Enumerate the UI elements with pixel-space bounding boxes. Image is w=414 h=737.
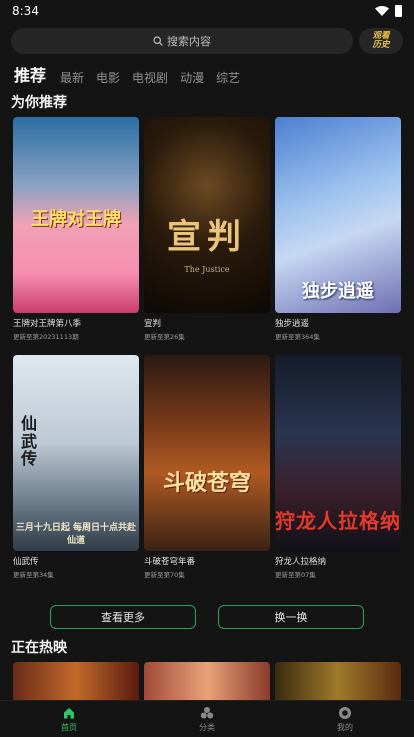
card-title: 王牌对王牌第八季 [13, 319, 82, 329]
poster-image: 狩龙人拉格纳 [275, 355, 401, 551]
bottom-nav: 首页 分类 我的 [0, 700, 414, 737]
now-showing-poster[interactable] [144, 662, 270, 700]
poster-title: 斗破苍穹 [162, 471, 251, 496]
search-row: 搜索内容 观看 历史 [11, 28, 406, 54]
history-label-line2: 历史 [372, 40, 390, 50]
tab-movies[interactable]: 电影 [96, 69, 120, 90]
recommend-grid: 王牌对王牌 王牌对王牌第八季 更新至第20231113期 宣判 The Just… [13, 117, 401, 579]
media-card[interactable]: 宣判 The Justice 宣判 更新至第26集 [144, 117, 270, 341]
refresh-button[interactable]: 换一换 [218, 605, 364, 629]
nav-label-profile: 我的 [337, 722, 353, 732]
action-buttons: 查看更多 换一换 [50, 605, 364, 629]
watch-history-button[interactable]: 观看 历史 [359, 28, 403, 54]
card-title: 斗破苍穹年番 [144, 557, 196, 567]
now-showing-strip [13, 662, 401, 700]
tab-tv-series[interactable]: 电视剧 [132, 69, 168, 90]
media-card[interactable]: 狩龙人拉格纳 狩龙人拉格纳 更新至第07集 [275, 355, 401, 579]
poster-subtitle: 三月十九日起 每周日十点共赴仙道 [15, 523, 137, 546]
tab-recommend[interactable]: 推荐 [14, 62, 47, 90]
poster-subtitle: The Justice [184, 265, 230, 274]
nav-profile[interactable]: 我的 [315, 706, 375, 733]
nav-label-category: 分类 [199, 722, 215, 732]
poster-title: 狩龙人拉格纳 [275, 509, 401, 533]
poster-image: 宣判 The Justice [144, 117, 270, 313]
category-tabs: 推荐 最新 电影 电视剧 动漫 综艺 [14, 62, 252, 90]
poster-image: 王牌对王牌 [13, 117, 139, 313]
media-card[interactable]: 斗破苍穹 斗破苍穹年番 更新至第70集 [144, 355, 270, 579]
search-icon [153, 36, 163, 46]
now-showing-poster[interactable] [13, 662, 139, 700]
nav-home[interactable]: 首页 [39, 706, 99, 733]
view-more-button[interactable]: 查看更多 [50, 605, 196, 629]
battery-icon [395, 5, 402, 17]
poster-title: 王牌对王牌 [31, 209, 121, 230]
nav-category[interactable]: 分类 [177, 706, 237, 733]
card-title: 独步逍遥 [275, 319, 310, 329]
search-placeholder: 搜索内容 [167, 35, 211, 48]
poster-image: 独步逍遥 [275, 117, 401, 313]
card-update-status: 更新至第34集 [13, 571, 54, 579]
poster-image: 斗破苍穹 [144, 355, 270, 551]
profile-icon [339, 706, 351, 719]
media-card[interactable]: 独步逍遥 独步逍遥 更新至第364集 [275, 117, 401, 341]
tab-latest[interactable]: 最新 [60, 69, 84, 90]
card-update-status: 更新至第70集 [144, 571, 185, 579]
card-update-status: 更新至第20231113期 [13, 333, 79, 341]
category-icon [200, 706, 214, 718]
status-time: 8:34 [12, 4, 39, 18]
now-showing-poster[interactable] [275, 662, 401, 700]
section-title-now-showing: 正在热映 [11, 640, 67, 656]
wifi-icon [375, 6, 389, 16]
poster-title: 独步逍遥 [302, 281, 374, 302]
tab-anime[interactable]: 动漫 [180, 69, 204, 90]
poster-image: 仙武传 三月十九日起 每周日十点共赴仙道 [13, 355, 139, 551]
media-card[interactable]: 仙武传 三月十九日起 每周日十点共赴仙道 仙武传 更新至第34集 [13, 355, 139, 579]
card-title: 仙武传 [13, 557, 39, 567]
card-title: 狩龙人拉格纳 [275, 557, 327, 567]
card-update-status: 更新至第26集 [144, 333, 185, 341]
status-icons [375, 5, 402, 17]
media-card[interactable]: 王牌对王牌 王牌对王牌第八季 更新至第20231113期 [13, 117, 139, 341]
section-title-recommend: 为你推荐 [11, 95, 67, 111]
card-update-status: 更新至第364集 [275, 333, 320, 341]
nav-label-home: 首页 [61, 722, 77, 732]
tab-variety[interactable]: 综艺 [216, 69, 240, 90]
poster-title: 宣判 [167, 217, 247, 257]
card-update-status: 更新至第07集 [275, 571, 316, 579]
poster-title: 仙武传 [20, 414, 37, 469]
search-input[interactable]: 搜索内容 [11, 28, 353, 54]
status-bar: 8:34 [0, 0, 414, 22]
card-title: 宣判 [144, 319, 162, 329]
home-icon [64, 707, 74, 718]
